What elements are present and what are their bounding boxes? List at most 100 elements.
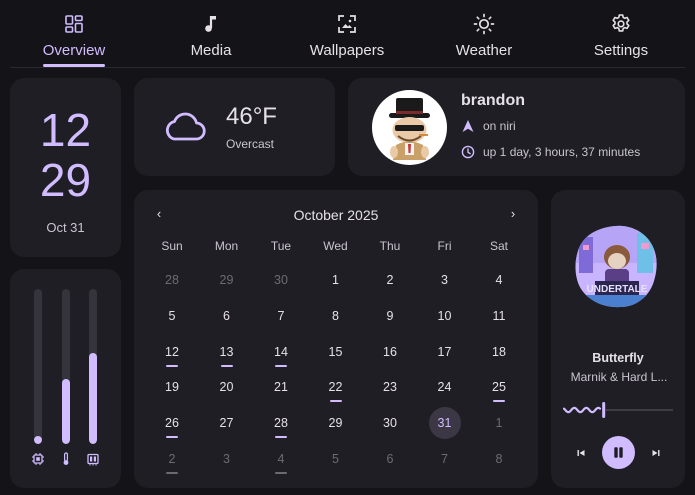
tab-label: Media bbox=[190, 42, 232, 59]
cpu-chip-icon bbox=[32, 453, 44, 465]
calendar-day[interactable]: 17 bbox=[429, 336, 461, 368]
calendar-day[interactable]: 11 bbox=[483, 300, 515, 332]
wallpaper-icon bbox=[338, 15, 356, 33]
clock-hour: 12 bbox=[39, 104, 92, 156]
calendar-day[interactable]: 1 bbox=[320, 264, 352, 296]
calendar-day[interactable]: 29 bbox=[211, 264, 243, 296]
cpu-bar-fill bbox=[34, 436, 42, 444]
clock-minute: 29 bbox=[39, 154, 92, 206]
calendar-day[interactable]: 28 bbox=[265, 407, 297, 439]
calendar-day[interactable]: 7 bbox=[429, 443, 461, 475]
uptime-row: up 1 day, 3 hours, 37 minutes bbox=[461, 145, 640, 159]
calendar-day[interactable]: 6 bbox=[211, 300, 243, 332]
media-card: UNDERTALE Butterfly Marnik & Hard L... bbox=[551, 190, 685, 488]
clock-date: Oct 31 bbox=[46, 220, 85, 235]
skip-next-icon bbox=[652, 450, 660, 456]
previous-track-button[interactable] bbox=[574, 446, 588, 460]
weather-card[interactable]: 46°F Overcast bbox=[134, 78, 335, 176]
tab-overview[interactable]: Overview bbox=[14, 12, 134, 59]
next-month-button[interactable]: › bbox=[503, 206, 523, 221]
wm-name: on niri bbox=[483, 119, 516, 133]
tab-media[interactable]: Media bbox=[151, 12, 271, 59]
calendar-day[interactable]: 16 bbox=[374, 336, 406, 368]
calendar-day[interactable]: 30 bbox=[265, 264, 297, 296]
weekday-header: Tue bbox=[270, 239, 292, 253]
svg-text:UNDERTALE: UNDERTALE bbox=[587, 284, 648, 295]
track-artist: Marnik & Hard L... bbox=[570, 370, 668, 384]
weekday-header: Wed bbox=[323, 239, 348, 253]
progress-thumb[interactable] bbox=[602, 402, 606, 418]
weekday-header: Sun bbox=[161, 239, 183, 253]
calendar-day[interactable]: 3 bbox=[211, 443, 243, 475]
uptime-text: up 1 day, 3 hours, 37 minutes bbox=[483, 145, 641, 159]
calendar-day[interactable]: 5 bbox=[320, 443, 352, 475]
thermometer-icon bbox=[63, 452, 69, 465]
calendar-day[interactable]: 20 bbox=[211, 371, 243, 403]
progress-slider[interactable] bbox=[563, 402, 673, 418]
weather-temperature: 46°F bbox=[226, 103, 277, 130]
calendar-day[interactable]: 24 bbox=[429, 371, 461, 403]
calendar-day[interactable]: 2 bbox=[374, 264, 406, 296]
user-card: brandon on niri up 1 day, 3 hours, 37 mi… bbox=[348, 78, 685, 176]
calendar-day[interactable]: 19 bbox=[156, 371, 188, 403]
avatar bbox=[372, 90, 447, 165]
calendar-day[interactable]: 14 bbox=[265, 336, 297, 368]
tab-wallpapers[interactable]: Wallpapers bbox=[287, 12, 407, 59]
calendar-day[interactable]: 3 bbox=[429, 264, 461, 296]
memory-bar bbox=[89, 289, 97, 444]
calendar-card: ‹ October 2025 › Sun Mon Tue Wed Thu Fri Sat 28… bbox=[134, 190, 538, 488]
calendar-day[interactable]: 5 bbox=[156, 300, 188, 332]
calendar-day[interactable]: 4 bbox=[483, 264, 515, 296]
track-title: Butterfly bbox=[592, 351, 644, 365]
play-pause-button[interactable] bbox=[602, 436, 635, 469]
tab-weather[interactable]: Weather bbox=[424, 12, 544, 59]
calendar-day[interactable]: 23 bbox=[374, 371, 406, 403]
calendar-day[interactable]: 30 bbox=[374, 407, 406, 439]
calendar-day[interactable]: 6 bbox=[374, 443, 406, 475]
weekday-header: Thu bbox=[379, 239, 401, 253]
tab-label: Overview bbox=[42, 42, 106, 59]
gear-icon bbox=[612, 14, 630, 32]
calendar-day[interactable]: 26 bbox=[156, 407, 188, 439]
tab-divider bbox=[10, 67, 685, 68]
clock-card: 12 29 Oct 31 bbox=[10, 78, 121, 257]
niri-logo-icon bbox=[462, 120, 474, 132]
calendar-day[interactable]: 9 bbox=[374, 300, 406, 332]
wm-row: on niri bbox=[461, 119, 516, 133]
memory-bar-fill bbox=[89, 352, 97, 444]
avatar-image bbox=[389, 98, 430, 160]
calendar-day[interactable]: 12 bbox=[156, 336, 188, 368]
calendar-day[interactable]: 4 bbox=[265, 443, 297, 475]
tab-label: Settings bbox=[593, 42, 649, 59]
calendar-day[interactable]: 28 bbox=[156, 264, 188, 296]
cpu-bar bbox=[34, 289, 42, 444]
calendar-day[interactable]: 13 bbox=[211, 336, 243, 368]
tab-bar: Overview Media Wallpapers Weather Settin… bbox=[0, 0, 695, 68]
tab-label: Weather bbox=[455, 42, 513, 59]
calendar-day[interactable]: 8 bbox=[320, 300, 352, 332]
calendar-day[interactable]: 2 bbox=[156, 443, 188, 475]
calendar-day[interactable]: 18 bbox=[483, 336, 515, 368]
calendar-day[interactable]: 8 bbox=[483, 443, 515, 475]
tab-label: Wallpapers bbox=[309, 42, 385, 59]
next-track-button[interactable] bbox=[649, 446, 663, 460]
tab-settings[interactable]: Settings bbox=[561, 12, 681, 59]
username: brandon bbox=[461, 92, 525, 109]
pause-icon bbox=[614, 447, 623, 458]
weekday-header: Sat bbox=[489, 239, 508, 253]
calendar-day[interactable]: 21 bbox=[265, 371, 297, 403]
calendar-day[interactable]: 22 bbox=[320, 371, 352, 403]
calendar-day[interactable]: 10 bbox=[429, 300, 461, 332]
weekday-header: Fri bbox=[437, 239, 452, 253]
calendar-day[interactable]: 25 bbox=[483, 371, 515, 403]
calendar-day[interactable]: 27 bbox=[211, 407, 243, 439]
calendar-day[interactable]: 7 bbox=[265, 300, 297, 332]
skip-previous-icon bbox=[577, 450, 585, 456]
weather-condition: Overcast bbox=[226, 137, 275, 151]
calendar-day-today[interactable]: 31 bbox=[428, 407, 461, 439]
calendar-day[interactable]: 1 bbox=[483, 407, 515, 439]
calendar-day[interactable]: 15 bbox=[320, 336, 352, 368]
memory-icon bbox=[87, 453, 99, 466]
clock-icon bbox=[461, 145, 475, 159]
calendar-day[interactable]: 29 bbox=[320, 407, 352, 439]
